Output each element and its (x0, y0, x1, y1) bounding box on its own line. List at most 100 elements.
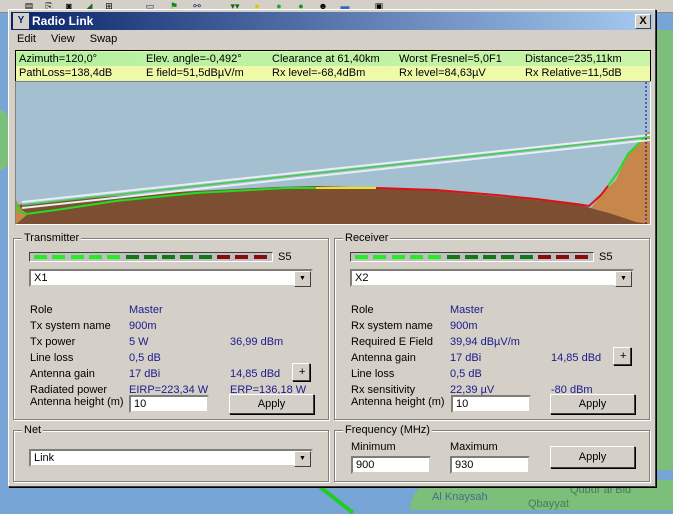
map-land (655, 30, 673, 470)
e-field: E field=51,5dBµV/m (146, 67, 244, 79)
receiver-group: Receiver S5 X2 ▼ Role Master Rx system nam… (334, 232, 650, 420)
path-loss: PathLoss=138,4dB (19, 67, 113, 79)
tx-apply-button[interactable]: Apply (229, 394, 314, 414)
tx-antenna-height-label: Antenna height (m) (30, 396, 124, 408)
meter-segment (88, 255, 102, 259)
menu-view[interactable]: View (45, 31, 81, 47)
meter-segment (34, 255, 47, 259)
meter-segment (556, 255, 570, 259)
meter-segment (538, 255, 551, 259)
re-row-label: Rx sensitivity (351, 384, 416, 396)
re-row-label: Antenna gain (351, 352, 416, 364)
meter-segment (70, 255, 84, 259)
map-label: Qbayyat (528, 498, 569, 510)
tr-row-value: Master (129, 304, 163, 316)
frequency-group: Frequency (MHz) Minimum Maximum Apply (334, 424, 650, 482)
clearance: Clearance at 61,40km (272, 53, 380, 65)
transmitter-group: Transmitter S5 X1 ▼ Role Master Tx system … (13, 232, 329, 420)
tx-meter-label: S5 (278, 251, 292, 263)
tr-row-label: Tx system name (30, 320, 111, 332)
tx-site-select[interactable]: X1 ▼ (29, 269, 313, 287)
chevron-down-icon[interactable]: ▼ (615, 271, 632, 287)
info-row: PathLoss=138,4dB E field=51,5dBµV/m Rx l… (16, 66, 650, 80)
transmitter-legend: Transmitter (22, 232, 82, 244)
rx-site-select[interactable]: X2 ▼ (350, 269, 634, 287)
tr-row-value: 5 W (129, 336, 149, 348)
receiver-legend: Receiver (343, 232, 391, 244)
re-row-label: Line loss (351, 368, 395, 380)
re-row-label: Rx system name (351, 320, 433, 332)
re-row-value: 17 dBi (450, 352, 482, 364)
meter-segment (198, 255, 212, 259)
azimuth: Azimuth=120,0° (19, 53, 98, 65)
meter-segment (253, 255, 267, 259)
rx-antenna-gain-plus-button[interactable]: + (613, 347, 631, 365)
net-select[interactable]: Link ▼ (29, 449, 313, 467)
close-button[interactable]: X (635, 14, 651, 29)
net-legend: Net (22, 424, 44, 436)
re-row-value-alt: 14,85 dBd (551, 352, 602, 364)
tr-row-value: 900m (129, 320, 157, 332)
menu-bar: Edit View Swap (11, 31, 653, 49)
tr-row-value: 17 dBi (129, 368, 161, 380)
meter-segment (373, 255, 387, 259)
tr-row-label: Line loss (30, 352, 74, 364)
menu-edit[interactable]: Edit (11, 31, 42, 47)
rx-apply-button[interactable]: Apply (550, 394, 635, 414)
frequency-min-label: Minimum (351, 441, 396, 453)
tr-row-label: Tx power (30, 336, 76, 348)
terrain-profile[interactable] (15, 81, 651, 225)
meter-segment (143, 255, 157, 259)
meter-segment (217, 255, 230, 259)
distance: Distance=235,11km (525, 53, 622, 65)
rx-level-dbm: Rx level=-68,4dBm (272, 67, 366, 79)
meter-segment (501, 255, 515, 259)
tr-row-label: Antenna gain (30, 368, 95, 380)
tr-row-value: 0,5 dB (129, 352, 161, 364)
meter-segment (235, 255, 249, 259)
meter-segment (428, 255, 442, 259)
meter-segment (574, 255, 588, 259)
rx-antenna-height-label: Antenna height (m) (351, 396, 445, 408)
rx-antenna-height-input[interactable] (451, 395, 531, 413)
menu-swap[interactable]: Swap (84, 31, 124, 47)
rx-meter-label: S5 (599, 251, 613, 263)
info-row: Azimuth=120,0° Elev. angle=-0,492° Clear… (16, 52, 650, 66)
tr-row-value-alt: 14,85 dBd (230, 368, 281, 380)
tx-site-value: X1 (34, 272, 48, 284)
meter-segment (52, 255, 66, 259)
rx-relative: Rx Relative=11,5dB (525, 67, 622, 79)
elevation-angle: Elev. angle=-0,492° (146, 53, 242, 65)
radio-link-window: Y Radio Link X Edit View Swap Azimuth=12… (8, 9, 656, 487)
re-row-label: Required E Field (351, 336, 433, 348)
title-bar[interactable]: Y Radio Link X (11, 12, 653, 30)
meter-segment (355, 255, 368, 259)
tr-row-label: Role (30, 304, 53, 316)
window-title: Radio Link (32, 14, 94, 28)
tx-antenna-height-input[interactable] (129, 395, 209, 413)
frequency-min-input[interactable] (351, 456, 431, 474)
meter-segment (391, 255, 405, 259)
re-row-label: Role (351, 304, 374, 316)
meter-segment (125, 255, 139, 259)
meter-segment (162, 255, 176, 259)
re-row-value: 900m (450, 320, 478, 332)
map-land (0, 110, 8, 170)
re-row-value: Master (450, 304, 484, 316)
meter-segment (409, 255, 423, 259)
rx-site-value: X2 (355, 272, 369, 284)
terrain-profile-graphic (16, 82, 650, 224)
frequency-apply-button[interactable]: Apply (550, 446, 635, 468)
meter-segment (519, 255, 533, 259)
frequency-max-input[interactable] (450, 456, 530, 474)
tx-antenna-gain-plus-button[interactable]: + (292, 363, 310, 381)
meter-segment (446, 255, 460, 259)
antenna-icon: Y (13, 13, 29, 29)
map-label: Al Knaysah (432, 491, 488, 503)
re-row-value: 39,94 dBµV/m (450, 336, 520, 348)
tr-row-label: Radiated power (30, 384, 108, 396)
meter-segment (107, 255, 121, 259)
net-group: Net Link ▼ (13, 424, 329, 482)
chevron-down-icon[interactable]: ▼ (294, 451, 311, 467)
chevron-down-icon[interactable]: ▼ (294, 271, 311, 287)
